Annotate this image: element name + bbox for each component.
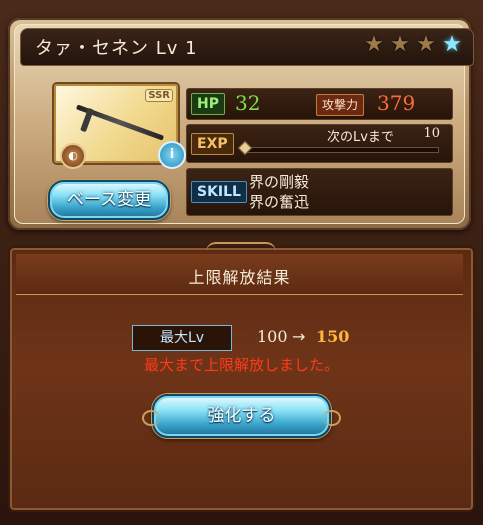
weapon-portrait[interactable]: SSR ◐ i [54,84,186,169]
stats-row: HP 32 攻撃力 379 [186,88,453,120]
name-bar: タァ・セネン Lv 1 ★ ★ ★ ★ [20,28,474,66]
exp-bar [245,147,439,153]
skill-row: SKILL 界の剛毅 界の奮迅 [186,168,453,216]
flourish-icon [323,410,341,426]
arrow-icon: → [292,327,306,346]
new-max-lv: 150 [316,327,350,346]
skill-name[interactable]: 界の剛毅 [249,172,309,192]
star-icon: ★ [390,32,410,57]
exp-label: EXP [191,133,234,155]
weapon-name: タァ・セネン Lv 1 [35,38,198,59]
old-max-lv: 100 [257,327,288,346]
next-lv-label: 次のLvまで [327,130,394,145]
game-screen: タァ・セネン Lv 1 ★ ★ ★ ★ SSR ◐ i ベース変更 HP 32 … [0,0,483,525]
info-icon[interactable]: i [158,141,186,169]
atk-value: 379 [377,91,416,115]
limit-break-result-panel: 上限解放結果 最大Lv 100 → 150 最大まで上限解放しました。 強化する [8,242,475,512]
panel-header: 上限解放結果 [16,254,463,295]
atk-label: 攻撃力 [316,94,365,116]
max-lv-label: 最大Lv [132,325,232,351]
star-icon: ★ [364,32,384,57]
star-icon: ★ [416,32,436,57]
weapon-card: タァ・セネン Lv 1 ★ ★ ★ ★ SSR ◐ i ベース変更 HP 32 … [8,18,474,230]
upgrade-button-label: 強化する [207,406,276,426]
hp-label: HP [191,93,225,115]
panel-title: 上限解放結果 [188,268,291,287]
skill-name[interactable]: 界の奮迅 [249,192,309,212]
skill-list: 界の剛毅 界の奮迅 [249,172,309,212]
upgrade-button[interactable]: 強化する [142,394,341,438]
rarity-badge: SSR [145,89,173,102]
star-lit-icon: ★ [442,32,462,57]
result-message: 最大まで上限解放しました。 [143,356,339,374]
ornament [206,242,276,254]
hp-value: 32 [235,91,261,115]
element-icon: ◐ [60,143,86,169]
base-change-button[interactable]: ベース変更 [48,180,170,220]
skill-label: SKILL [191,181,247,203]
rank-stars: ★ ★ ★ ★ [363,34,463,56]
exp-row: EXP 次のLvまで 10 [186,124,453,163]
flourish-icon [142,410,160,426]
next-lv-value: 10 [423,126,440,141]
